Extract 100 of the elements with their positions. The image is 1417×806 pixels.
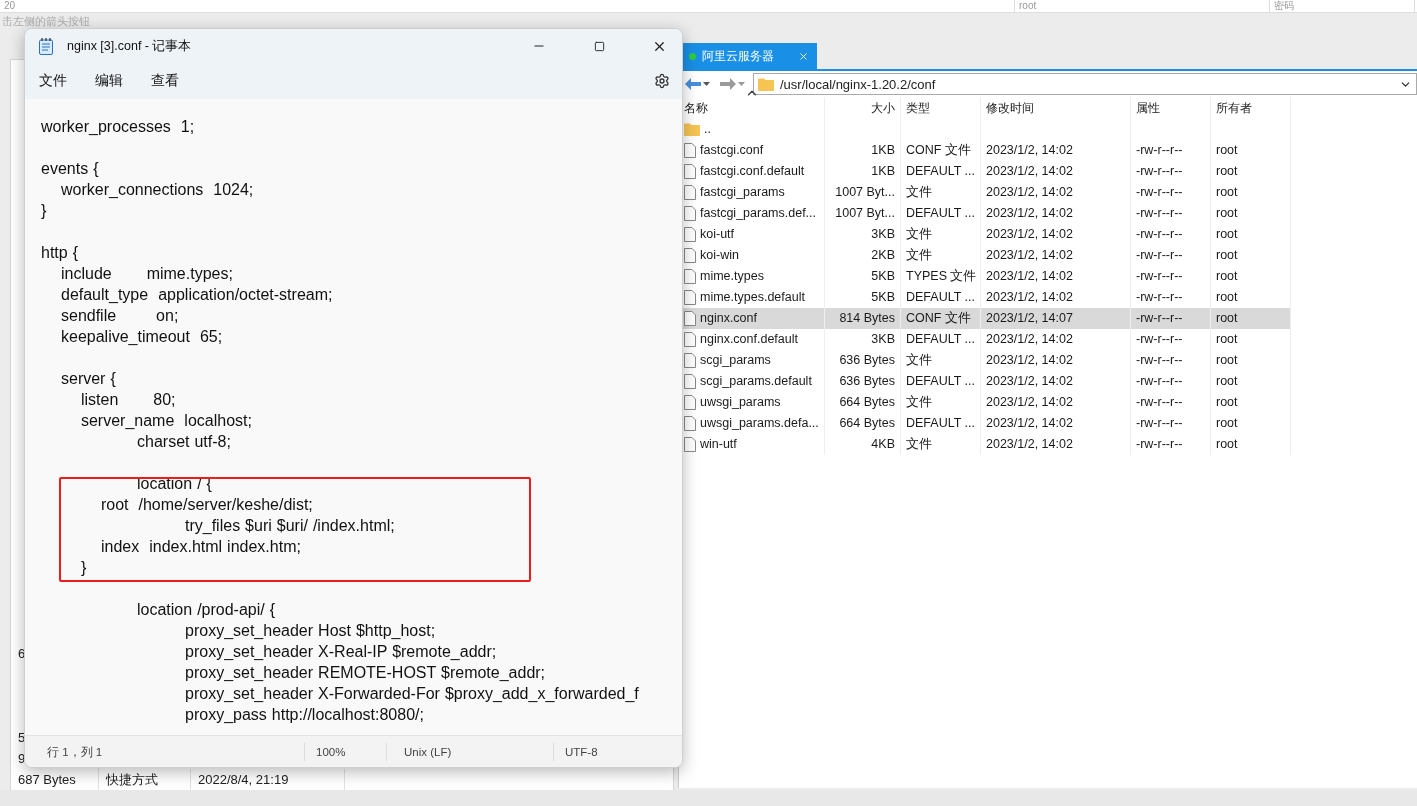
column-header[interactable]: 大小	[825, 97, 901, 119]
table-cell-text: 文件	[906, 247, 932, 264]
forward-arrow-icon[interactable]	[720, 78, 736, 90]
table-cell-text: DEFAULT ...	[906, 289, 975, 306]
table-cell-text: fastcgi.conf.default	[700, 163, 805, 180]
table-cell-text: -rw-r--r--	[1136, 352, 1183, 369]
table-cell-text: 文件	[906, 352, 932, 369]
table-cell-text: root	[1216, 373, 1238, 390]
table-cell-text: mime.types	[700, 268, 764, 285]
table-cell-text: fastcgi.conf	[700, 142, 764, 159]
table-cell-text: DEFAULT ...	[906, 331, 975, 348]
table-cell-text: fastcgi_params	[700, 184, 785, 201]
background-field: root	[1015, 0, 1270, 12]
table-cell-text: 2023/1/2, 14:02	[986, 352, 1073, 369]
table-cell-text: DEFAULT ...	[906, 205, 975, 222]
table-cell-text: 664 Bytes	[839, 394, 895, 411]
table-cell-text: scgi_params.default	[700, 373, 812, 390]
path-field[interactable]: /usr/local/nginx-1.20.2/conf	[753, 73, 1417, 95]
table-cell-text: 3KB	[871, 226, 895, 243]
code-line: server_name localhost;	[79, 411, 253, 431]
column-header[interactable]: 属性	[1131, 97, 1211, 119]
code-line: worker_connections 1024;	[59, 180, 255, 200]
maximize-icon	[593, 40, 605, 52]
encoding: UTF-8	[553, 742, 663, 761]
code-line: try_files $uri $uri/ /index.html;	[184, 516, 396, 536]
table-cell-text: root	[1216, 415, 1238, 432]
table-cell-text: 文件	[906, 394, 932, 411]
table-cell-text: 1007 Byt...	[835, 184, 895, 201]
close-icon[interactable]	[798, 50, 809, 62]
code-line: proxy_set_header REMOTE-HOST $remote_addr;	[184, 663, 547, 683]
table-cell-text: -rw-r--r--	[1136, 331, 1183, 348]
table-cell-text: 2023/1/2, 14:02	[986, 331, 1073, 348]
code-line: worker_processes 1;	[41, 117, 196, 137]
menu-item[interactable]: 文件	[31, 68, 75, 94]
code-line: }	[79, 558, 88, 578]
table-cell-text: fastcgi_params.def...	[700, 205, 817, 222]
table-cell-text: scgi_params	[700, 352, 771, 369]
table-cell-text: root	[1216, 310, 1238, 327]
code-line: listen 80;	[79, 390, 177, 410]
table-cell-text: -rw-r--r--	[1136, 394, 1183, 411]
menu-item[interactable]: 查看	[143, 68, 187, 94]
table-cell-text: root	[1216, 352, 1238, 369]
table-cell-text: DEFAULT ...	[906, 415, 975, 432]
table-cell-text: CONF 文件	[906, 142, 971, 159]
table-cell-text: -rw-r--r--	[1136, 436, 1183, 453]
code-line: index index.html index.htm;	[99, 537, 302, 557]
caret-icon[interactable]	[703, 82, 710, 86]
table-cell-text: TYPES 文件	[906, 268, 977, 285]
table-cell-text: 2023/1/2, 14:02	[986, 184, 1073, 201]
table-cell-text: 636 Bytes	[839, 352, 895, 369]
table-cell-text: root	[1216, 226, 1238, 243]
table-cell-text: 1KB	[871, 142, 895, 159]
table-cell-text: 文件	[906, 436, 932, 453]
table-cell-text: 1007 Byt...	[835, 205, 895, 222]
code-line: charset utf-8;	[136, 432, 232, 452]
back-arrow-icon[interactable]	[685, 78, 701, 90]
table-cell-text: -rw-r--r--	[1136, 205, 1183, 222]
table-cell-text: -rw-r--r--	[1136, 163, 1183, 180]
code-line: proxy_pass http://localhost:8080/;	[184, 705, 425, 725]
table-cell-text: -rw-r--r--	[1136, 142, 1183, 159]
code-line: }	[41, 201, 48, 221]
table-cell-text: koi-utf	[700, 226, 735, 243]
table-cell-text: 2KB	[871, 247, 895, 264]
table-cell-text: 2023/1/2, 14:02	[986, 373, 1073, 390]
table-cell-text: 814 Bytes	[839, 310, 895, 327]
table-cell-text: 4KB	[871, 436, 895, 453]
table-cell-text: 文件	[906, 184, 932, 201]
table-cell-text: root	[1216, 205, 1238, 222]
menu-item[interactable]: 编辑	[87, 68, 131, 94]
hint-text: 击左侧的箭头按钮	[1, 14, 91, 29]
table-cell-text: root	[1216, 268, 1238, 285]
background-field: 20	[0, 0, 1015, 12]
tab-label: 阿里云服务器	[702, 47, 775, 65]
table-cell-text: ..	[704, 121, 711, 138]
table-cell-text: root	[1216, 436, 1238, 453]
table-cell-text: 2023/1/2, 14:02	[986, 268, 1073, 285]
window-title: nginx [3].conf - 记事本	[67, 37, 193, 55]
table-cell-text: root	[1216, 163, 1238, 180]
table-cell-text: 1KB	[871, 163, 895, 180]
column-header[interactable]: 修改时间	[981, 97, 1131, 119]
table-cell-text: root	[1216, 184, 1238, 201]
code-line: default_type application/octet-stream;	[59, 285, 334, 305]
table-cell-text: -rw-r--r--	[1136, 247, 1183, 264]
zoom-level: 100%	[304, 742, 386, 761]
table-cell-text: 2023/1/2, 14:02	[986, 436, 1073, 453]
table-cell-text: root	[1216, 289, 1238, 306]
table-cell-text: -rw-r--r--	[1136, 310, 1183, 327]
column-header[interactable]: 类型	[901, 97, 981, 119]
table-cell-text: 2023/1/2, 14:02	[986, 289, 1073, 306]
column-header[interactable]: 所有者	[1211, 97, 1291, 119]
table-cell-text: koi-win	[700, 247, 739, 264]
background-field: 密码	[1270, 0, 1415, 12]
code-line: events {	[41, 159, 100, 179]
table-cell-text: 2023/1/2, 14:02	[986, 226, 1073, 243]
notepad-icon	[39, 37, 53, 55]
table-cell-text: root	[1216, 247, 1238, 264]
table-cell-text: 2023/1/2, 14:02	[986, 394, 1073, 411]
table-cell-text: root	[1216, 331, 1238, 348]
code-line: sendfile on;	[59, 306, 180, 326]
code-line: server {	[59, 369, 117, 389]
